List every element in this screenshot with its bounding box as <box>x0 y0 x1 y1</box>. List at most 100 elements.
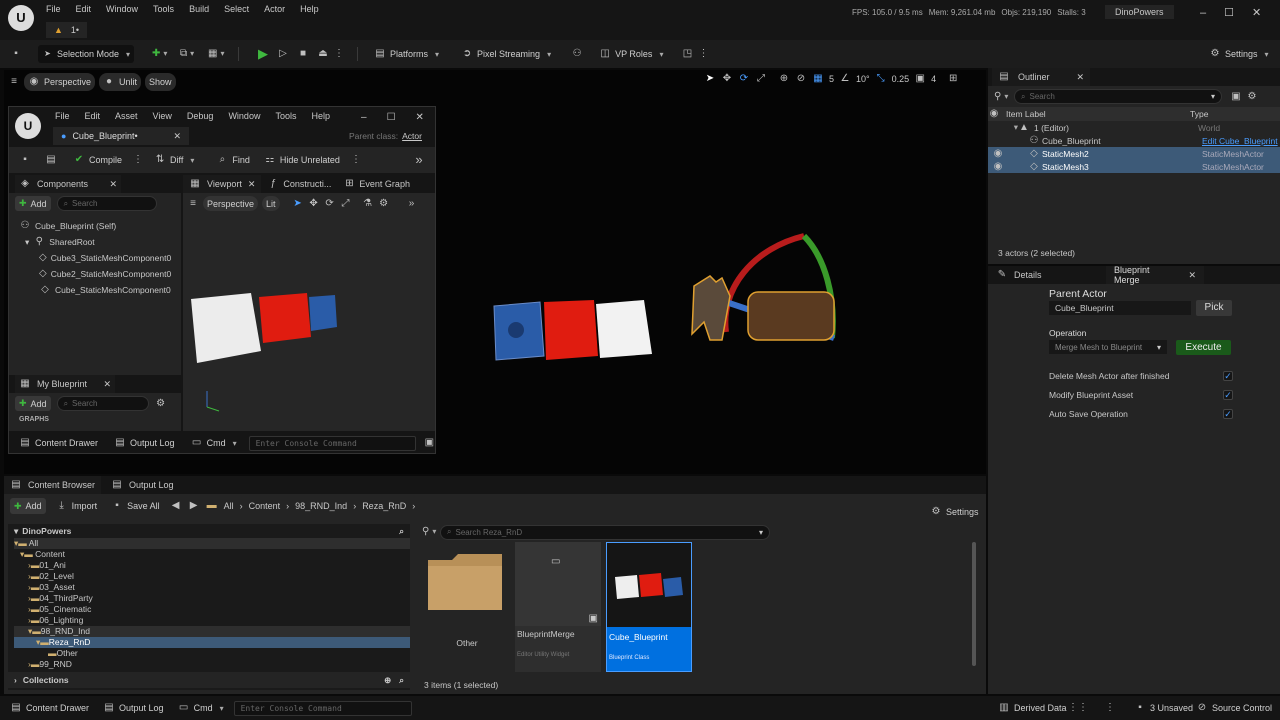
bp-unreal-logo-icon[interactable]: U <box>15 113 41 139</box>
output-log-button[interactable]: ▤ Output Log <box>99 699 168 717</box>
my-blueprint-close-icon[interactable]: ✕ <box>103 379 111 390</box>
bp-tab-close-icon[interactable]: ✕ <box>173 131 181 142</box>
add-collection-icon[interactable]: ⊕ <box>384 675 391 686</box>
tree-root[interactable]: ▾ DinoPowers ⌕ <box>8 524 410 538</box>
tree-98-rnd-ind[interactable]: ▾▬98_RND_Ind <box>14 626 410 637</box>
bp-menu-tools[interactable]: Tools <box>275 111 296 121</box>
cinematics-icon[interactable]: ▦ <box>208 48 220 60</box>
toolbar-more-icon[interactable]: ⋮ <box>697 48 709 60</box>
col-item-label[interactable]: Item Label <box>1006 109 1190 119</box>
bp-menu-file[interactable]: File <box>55 111 70 121</box>
menu-tools[interactable]: Tools <box>153 4 174 14</box>
hide-unrelated-button[interactable]: ⚏ Hide Unrelated <box>260 151 344 169</box>
blueprint-icon[interactable]: ⧉ <box>180 48 192 60</box>
bp-console-icon[interactable]: ▣ <box>424 437 435 449</box>
breadcrumb-all[interactable]: All <box>224 501 234 511</box>
breadcrumb-reza-rnd[interactable]: Reza_RnD <box>362 501 406 511</box>
tree-other[interactable]: ▬Other <box>14 648 410 659</box>
asset-search-input[interactable]: ⌕ Search Reza_RnD ▾ <box>440 524 770 540</box>
forward-icon[interactable]: ▶ <box>188 500 200 512</box>
vp-roles-button[interactable]: ◫ VP Roles <box>595 45 667 63</box>
my-blueprint-search-input[interactable]: ⌕ Search <box>56 396 149 411</box>
component-cube3[interactable]: ◇ Cube3_StaticMeshComponent0 <box>19 250 171 266</box>
bp-tab[interactable]: ● Cube_Blueprint• ✕ <box>53 127 189 145</box>
console-input[interactable]: Enter Console Command <box>233 700 412 716</box>
tree-04-thirdparty[interactable]: ›▬04_ThirdParty <box>14 593 410 604</box>
outliner-gear-icon[interactable]: ⚙ <box>1246 91 1258 103</box>
bp-menu-debug[interactable]: Debug <box>187 111 214 121</box>
content-browser-tab[interactable]: ▤ Content Browser <box>4 476 102 494</box>
components-add-button[interactable]: ✚ Add <box>15 196 51 211</box>
stop-icon[interactable]: ■ <box>297 48 309 60</box>
delete-mesh-checkbox[interactable]: ✓ <box>1223 371 1233 381</box>
layout-icon[interactable]: ◳ <box>681 48 693 60</box>
cmd-dropdown[interactable]: ▭ Cmd <box>174 699 228 717</box>
outliner-search-input[interactable]: ⌕ Search ▾ <box>1014 89 1222 104</box>
level-tab[interactable]: ▲ 1• <box>46 22 88 38</box>
menu-help[interactable]: Help <box>300 4 319 14</box>
platforms-button[interactable]: ▤ Platforms <box>370 45 443 63</box>
components-close-icon[interactable]: ✕ <box>109 179 117 190</box>
save-all-button[interactable]: ▪ Save All <box>107 497 164 515</box>
col-type[interactable]: Type <box>1190 109 1208 119</box>
outliner-row-cube-blueprint[interactable]: ⚇ Cube_Blueprint Edit Cube_Blueprint <box>988 134 1280 147</box>
asset-scrollbar[interactable] <box>972 542 976 666</box>
back-icon[interactable]: ◀ <box>170 500 182 512</box>
collections-search-icon[interactable]: ⌕ <box>399 675 404 686</box>
maximize-icon[interactable]: ☐ <box>1224 6 1234 19</box>
pixel-streaming-button[interactable]: ➲ Pixel Streaming <box>457 45 555 63</box>
outliner-row-world[interactable]: ▾ ▲ 1 (Editor) World <box>988 121 1280 134</box>
tree-01-ani[interactable]: ›▬01_Ani <box>14 560 410 571</box>
content-drawer-button[interactable]: ▤ Content Drawer <box>6 699 93 717</box>
eye-icon[interactable]: ◉ <box>988 161 1008 173</box>
menu-edit[interactable]: Edit <box>76 4 92 14</box>
eject-icon[interactable]: ⏏ <box>317 48 329 60</box>
compile-more-icon[interactable]: ⋮ <box>132 154 144 166</box>
menu-build[interactable]: Build <box>189 4 209 14</box>
outliner-close-icon[interactable]: ✕ <box>1076 72 1084 83</box>
asset-cube-blueprint[interactable]: Cube_Blueprint Blueprint Class <box>606 542 692 672</box>
tree-06-lighting[interactable]: ›▬06_Lighting <box>14 615 410 626</box>
merge-close-icon[interactable]: ✕ <box>1188 270 1196 281</box>
unsaved-button[interactable]: ▪ 3 Unsaved <box>1130 699 1197 717</box>
breadcrumb-content[interactable]: Content <box>249 501 281 511</box>
tree-99-rnd[interactable]: ›▬99_RND <box>14 659 410 670</box>
bp-menu-edit[interactable]: Edit <box>85 111 101 121</box>
cb-output-log-tab[interactable]: ▤ Output Log <box>105 476 180 494</box>
menu-window[interactable]: Window <box>106 4 138 14</box>
execute-button[interactable]: Execute <box>1176 340 1231 355</box>
components-tab[interactable]: ◈ Components ✕ <box>15 175 121 193</box>
graphs-header[interactable]: GRAPHS <box>9 414 181 425</box>
unreal-logo-icon[interactable]: U <box>8 5 34 31</box>
cb-settings-button[interactable]: ⚙ Settings <box>926 503 983 521</box>
eye-icon[interactable]: ◉ <box>988 148 1008 160</box>
bp-output-log-button[interactable]: ▤ Output Log <box>110 434 179 452</box>
my-blueprint-tab[interactable]: ▦ My Blueprint ✕ <box>15 375 115 393</box>
more-icon[interactable]: ⋮ <box>333 48 345 60</box>
bp-menu-view[interactable]: View <box>153 111 172 121</box>
bp-close-icon[interactable]: ✕ <box>416 112 424 123</box>
expand-toolbar-icon[interactable]: » <box>413 153 425 166</box>
add-actor-icon[interactable]: ✚ <box>152 48 164 60</box>
trace-icon[interactable]: ⋮⋮ <box>1068 702 1088 714</box>
save-icon[interactable]: ▪ <box>10 48 22 60</box>
bp-minimize-icon[interactable]: – <box>361 112 367 123</box>
tree-all[interactable]: ▾▬ All <box>14 538 410 549</box>
my-blueprint-add-button[interactable]: ✚ Add <box>15 396 51 411</box>
derived-data-button[interactable]: ▥ Derived Data <box>994 699 1071 717</box>
step-icon[interactable]: ▷ <box>277 48 289 60</box>
bp-menu-window[interactable]: Window <box>228 111 260 121</box>
source-control-button[interactable]: ⊘ Source Control <box>1192 699 1276 717</box>
filter-icon[interactable]: ⚲ <box>994 91 1006 103</box>
browse-icon[interactable]: ▤ <box>45 154 57 166</box>
component-cube2[interactable]: ◇ Cube2_StaticMeshComponent0 <box>19 266 171 282</box>
bp-maximize-icon[interactable]: ☐ <box>387 112 396 123</box>
my-blueprint-gear-icon[interactable]: ⚙ <box>155 398 167 410</box>
pick-button[interactable]: Pick <box>1196 300 1232 316</box>
bp-menu-asset[interactable]: Asset <box>115 111 138 121</box>
outliner-row-staticmesh2[interactable]: ◉ ◇ StaticMesh2 StaticMeshActor <box>988 147 1280 160</box>
close-icon[interactable]: ✕ <box>1252 6 1261 19</box>
asset-filter-icon[interactable]: ⚲ <box>422 526 434 538</box>
modify-blueprint-checkbox[interactable]: ✓ <box>1223 390 1233 400</box>
asset-blueprint-merge[interactable]: ▭ ▣ BlueprintMerge Editor Utility Widget <box>515 542 601 672</box>
